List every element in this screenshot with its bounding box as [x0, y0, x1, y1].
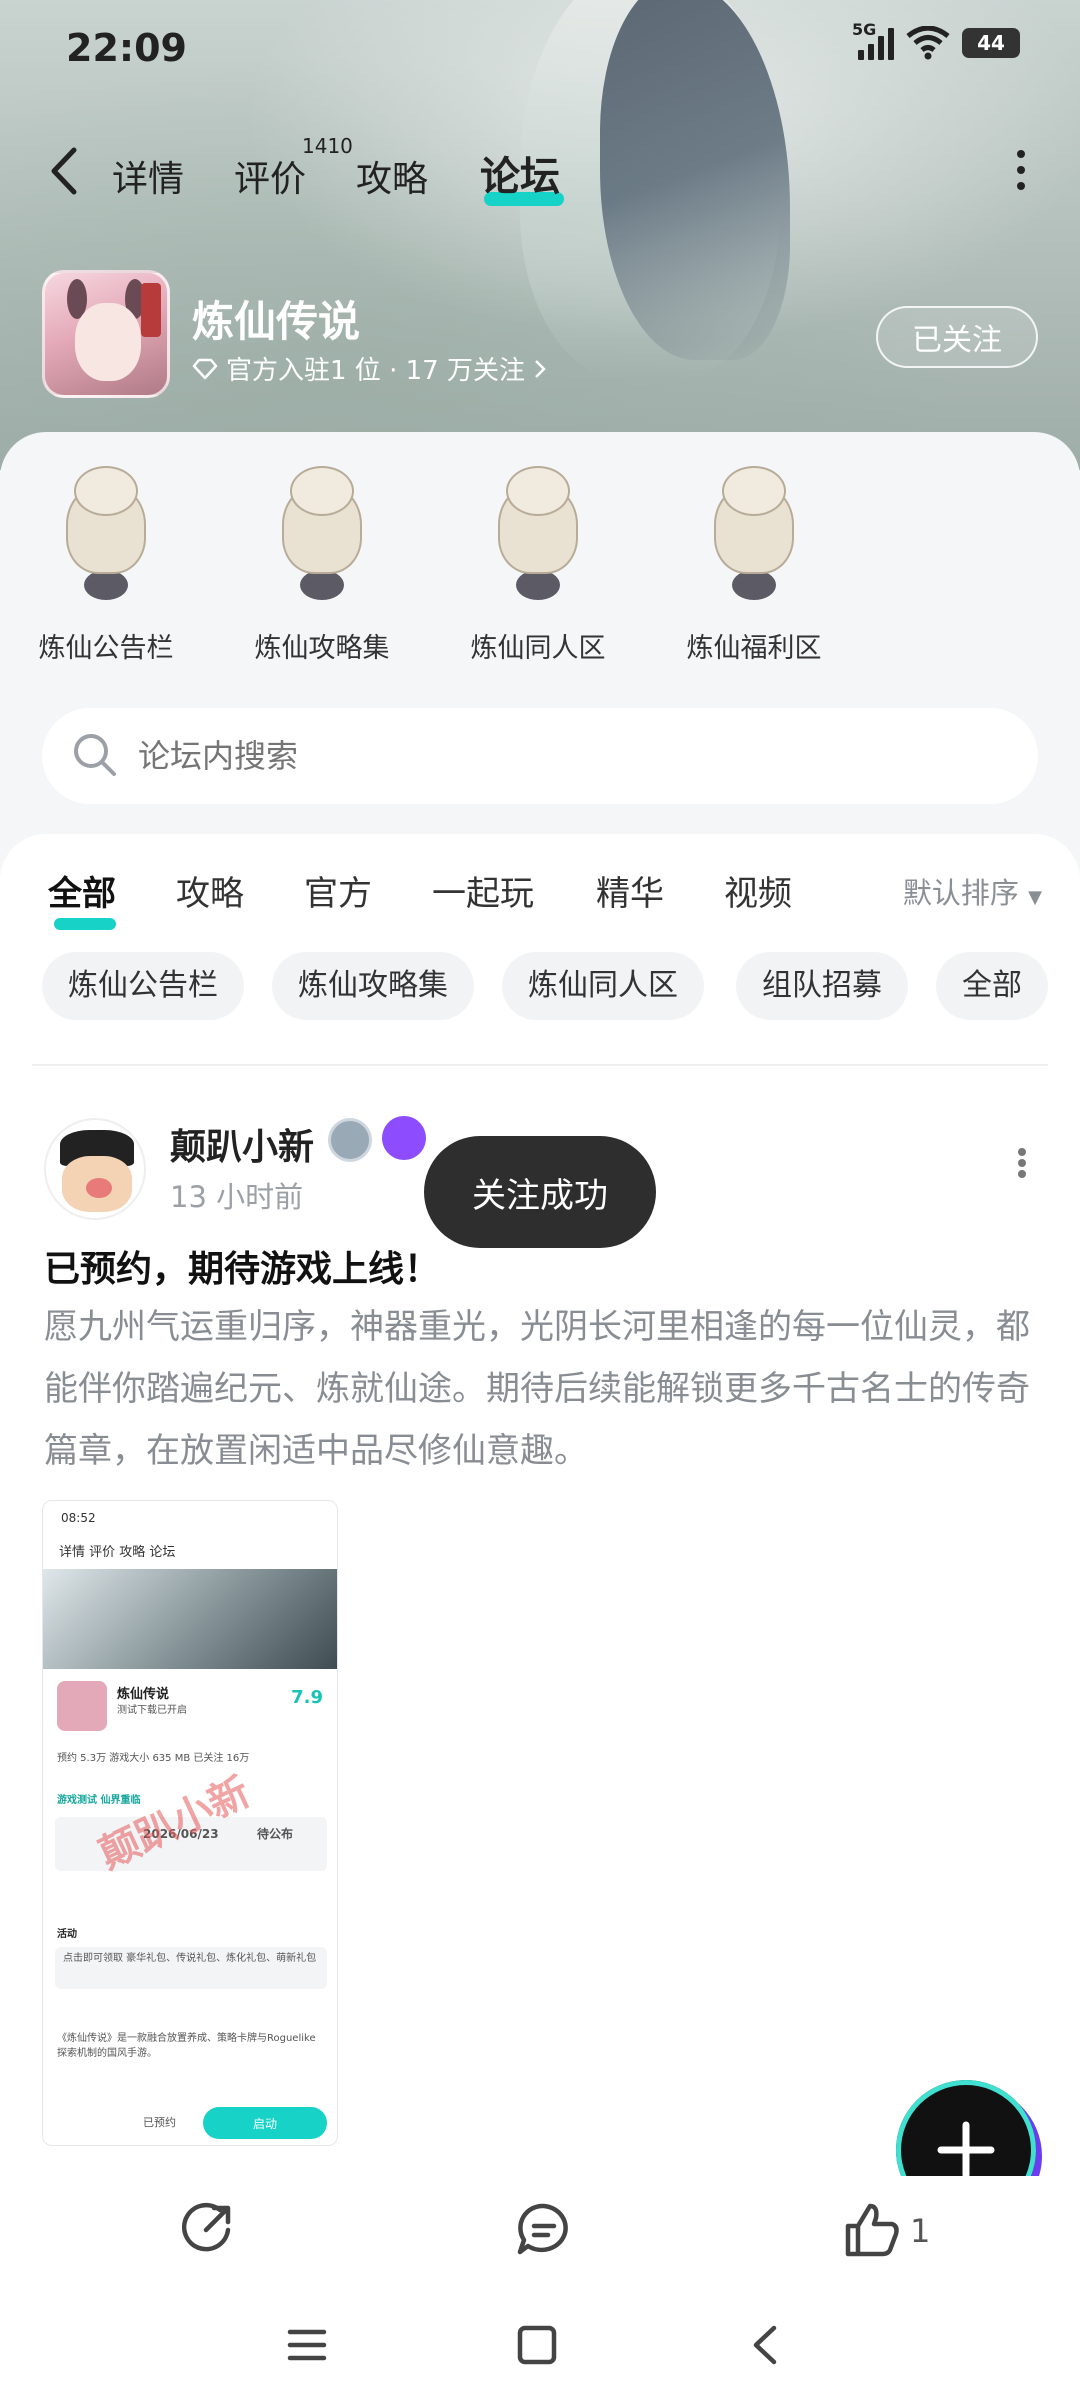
gamer-badge-icon: [382, 1116, 426, 1160]
tab-guides[interactable]: 攻略: [356, 150, 428, 202]
share-icon[interactable]: [176, 2200, 236, 2260]
follow-button[interactable]: 已关注: [876, 306, 1038, 368]
image-status-time: 08:52: [61, 1511, 96, 1525]
post-time: 13 小时前: [170, 1180, 304, 1214]
divider: [32, 1064, 1048, 1066]
wifi-icon: [906, 26, 950, 60]
post-action-bar: 1: [0, 2176, 1080, 2286]
like-icon[interactable]: [842, 2200, 902, 2260]
status-bar: 22:09 5G 44: [0, 0, 1080, 100]
forum-search-bar[interactable]: [42, 708, 1038, 804]
game-subtitle: 官方入驻1 位 · 17 万关注: [226, 356, 525, 386]
game-title: 炼仙传说: [192, 297, 361, 346]
image-reserved-label: 已预约: [143, 2116, 176, 2129]
board-label: 炼仙攻略集: [254, 633, 390, 664]
chip-all[interactable]: 全部: [936, 952, 1048, 1020]
image-description: 《炼仙传说》是一款融合放置养成、策略卡牌与Roguelike探索机制的国风手游。: [57, 2033, 316, 2059]
feed-tab-videos[interactable]: 视频: [724, 866, 792, 915]
post-username[interactable]: 颠趴小新: [170, 1118, 314, 1170]
image-score: 7.9: [291, 1687, 323, 1708]
chip-announcements[interactable]: 炼仙公告栏: [42, 952, 244, 1020]
image-start-button: 启动: [203, 2107, 327, 2139]
sort-label: 默认排序: [902, 876, 1019, 910]
feed-tab-featured[interactable]: 精华: [596, 866, 664, 915]
tab-forum[interactable]: 论坛: [480, 144, 560, 202]
network-type: 5G: [852, 20, 877, 39]
user-level-badge-icon: [328, 1118, 372, 1162]
board-label: 炼仙同人区: [470, 633, 606, 664]
board-announcements[interactable]: 炼仙公告栏: [6, 460, 206, 680]
image-game-icon: [57, 1681, 107, 1731]
feed-tab-guides[interactable]: 攻略: [176, 866, 244, 915]
image-banner: [43, 1569, 337, 1669]
image-activity-title: 活动: [57, 1929, 77, 1940]
cellular-signal-icon: 5G: [852, 20, 894, 60]
image-game-sub: 测试下载已开启: [117, 1705, 187, 1716]
battery-icon: 44: [962, 28, 1020, 58]
chip-team-recruit[interactable]: 组队招募: [736, 952, 908, 1020]
image-game-name: 炼仙传说: [117, 1687, 170, 1702]
board-label: 炼仙福利区: [686, 633, 822, 664]
caret-down-icon: ▼: [1028, 887, 1042, 908]
board-welfare[interactable]: 炼仙福利区: [654, 460, 854, 680]
image-activity-text: 点击即可领取 豪华礼包、传说礼包、炼化礼包、萌新礼包: [63, 1953, 317, 1964]
post-image-screenshot[interactable]: 08:52 详情 评价 攻略 论坛 炼仙传说 测试下载已开启 7.9 预约 5.…: [42, 1500, 338, 2146]
status-time: 22:09: [66, 26, 187, 70]
post-more-icon[interactable]: [1018, 1148, 1028, 1178]
search-icon: [74, 734, 116, 776]
image-stats: 预约 5.3万 游戏大小 635 MB 已关注 16万: [57, 1753, 250, 1764]
menu-icon[interactable]: [282, 2320, 332, 2370]
toast-message: 关注成功: [424, 1136, 656, 1248]
post-title: 已预约，期待游戏上线！: [44, 1249, 441, 1290]
back-icon[interactable]: [742, 2320, 792, 2370]
game-icon[interactable]: [42, 270, 170, 398]
system-navigation-bar: [0, 2286, 1080, 2401]
game-info: 炼仙传说 官方入驻1 位 · 17 万关注 已关注: [0, 270, 1080, 410]
like-count: 1: [910, 2212, 931, 2250]
feed-tab-official[interactable]: 官方: [304, 866, 372, 915]
chip-fanart[interactable]: 炼仙同人区: [502, 952, 704, 1020]
feed-tab-play-together[interactable]: 一起玩: [432, 866, 534, 915]
board-guides-icon: [272, 466, 372, 606]
status-icons: 5G 44: [852, 20, 1020, 60]
board-guides[interactable]: 炼仙攻略集: [222, 460, 422, 680]
board-label: 炼仙公告栏: [38, 633, 174, 664]
board-fanart[interactable]: 炼仙同人区: [438, 460, 638, 680]
more-options-icon[interactable]: [1016, 150, 1026, 190]
home-icon[interactable]: [512, 2320, 562, 2370]
sort-dropdown[interactable]: 默认排序 ▼: [903, 870, 1042, 912]
board-welfare-icon: [704, 466, 804, 606]
image-tabs: 详情 评价 攻略 论坛: [59, 1545, 176, 1560]
board-fanart-icon: [488, 466, 588, 606]
board-announcements-icon: [56, 466, 156, 606]
chevron-right-icon: [535, 359, 546, 378]
game-followers-link[interactable]: 官方入驻1 位 · 17 万关注: [192, 350, 547, 387]
tab-reviews[interactable]: 评价: [234, 150, 306, 202]
image-test-status: 待公布: [257, 1827, 294, 1841]
search-input[interactable]: [138, 708, 998, 804]
feed-tab-all[interactable]: 全部: [48, 866, 116, 915]
comment-icon[interactable]: [514, 2200, 574, 2260]
plus-icon: [937, 2121, 995, 2179]
top-nav: 详情 评价 1410 攻略 论坛: [0, 120, 1080, 220]
chip-guides[interactable]: 炼仙攻略集: [272, 952, 474, 1020]
review-count-badge: 1410: [302, 134, 353, 158]
tab-details[interactable]: 详情: [112, 150, 184, 202]
post-body: 愿九州气运重归序，神器重光，光阴长河里相逢的每一位仙灵，都能伴你踏遍纪元、炼就仙…: [44, 1307, 1030, 1471]
avatar[interactable]: [44, 1118, 146, 1220]
diamond-icon: [192, 358, 218, 379]
board-shortcuts: 炼仙公告栏 炼仙攻略集 炼仙同人区 炼仙福利区: [0, 460, 1080, 680]
back-arrow-icon[interactable]: [46, 146, 82, 196]
feed-tab-underline: [54, 918, 116, 930]
